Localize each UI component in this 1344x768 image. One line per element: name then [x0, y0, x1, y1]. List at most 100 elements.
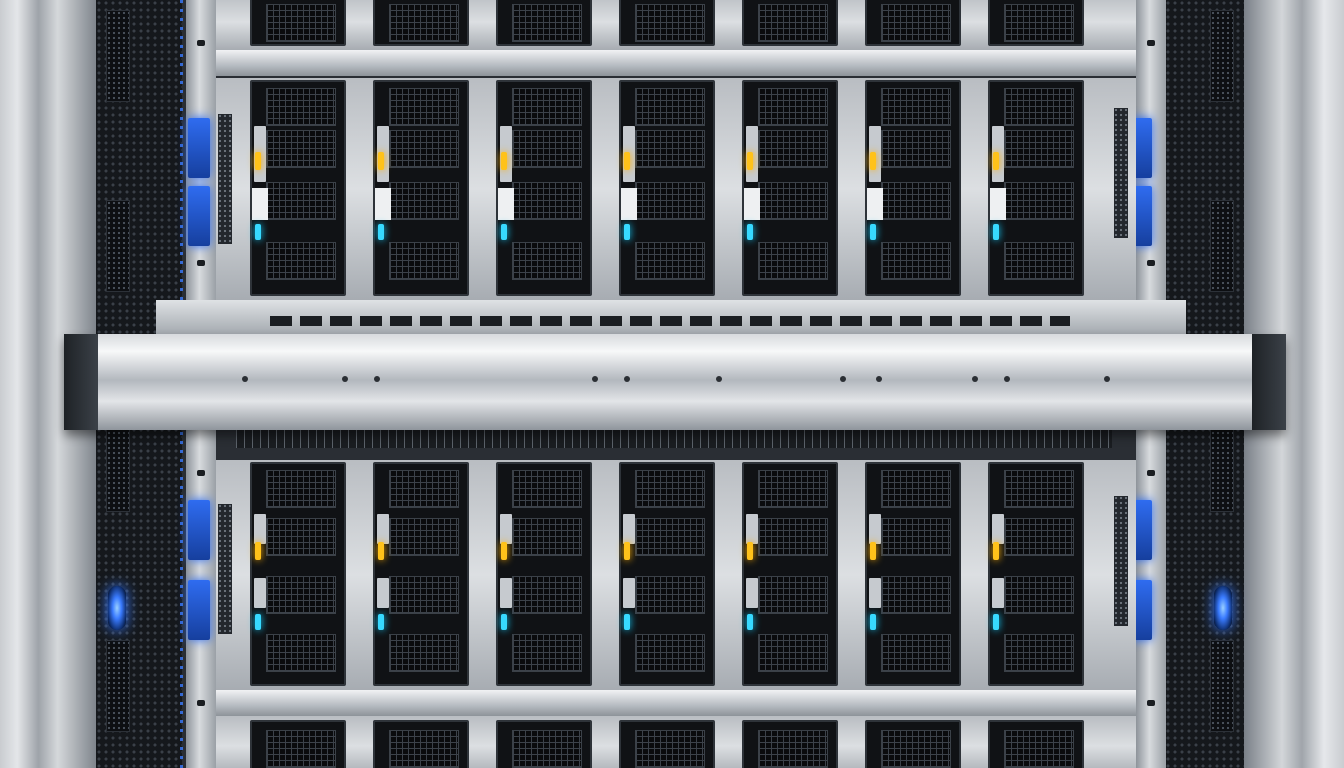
bay-grill — [266, 182, 336, 220]
bay-grill — [1004, 634, 1074, 672]
drive-bay[interactable] — [619, 462, 715, 686]
drive-bay[interactable] — [865, 80, 961, 296]
status-led-cyan — [255, 614, 261, 630]
drive-bay[interactable] — [373, 0, 469, 46]
bay-grill — [1004, 130, 1074, 168]
rail-screw-hole — [624, 376, 630, 382]
bay-handle[interactable] — [746, 578, 758, 608]
status-led-cyan — [624, 224, 630, 240]
drive-bay[interactable] — [619, 80, 715, 296]
bay-grill — [389, 130, 459, 168]
bay-handle[interactable] — [377, 578, 389, 608]
drive-bay[interactable] — [496, 0, 592, 46]
blue-glow-light — [1214, 586, 1232, 630]
status-led-amber — [378, 542, 384, 560]
bay-handle[interactable] — [869, 514, 881, 544]
drive-bay[interactable] — [373, 80, 469, 296]
sliding-rail-shelf[interactable] — [64, 334, 1286, 430]
rail-screw-hole — [242, 376, 248, 382]
chassis-side-vent — [1114, 496, 1128, 626]
status-led-cyan — [501, 614, 507, 630]
rail-vent — [1210, 640, 1234, 732]
bay-label-tab — [990, 188, 1006, 220]
bay-grill — [881, 88, 951, 126]
drive-bay[interactable] — [742, 80, 838, 296]
bay-handle[interactable] — [992, 578, 1004, 608]
blue-bracket — [188, 186, 210, 246]
drive-bay[interactable] — [988, 0, 1084, 46]
rail-vent — [106, 200, 130, 292]
bay-handle[interactable] — [746, 514, 758, 544]
drive-bay[interactable] — [865, 0, 961, 46]
post-hole — [197, 260, 205, 266]
status-led-amber — [870, 542, 876, 560]
bay-handle[interactable] — [254, 514, 266, 544]
rail-vent — [1210, 10, 1234, 102]
drive-bay[interactable] — [373, 720, 469, 768]
drive-bay[interactable] — [742, 720, 838, 768]
status-led-amber — [870, 152, 876, 170]
drive-bay[interactable] — [250, 0, 346, 46]
bay-grill — [389, 470, 459, 508]
drive-bay[interactable] — [250, 80, 346, 296]
drive-bay[interactable] — [865, 720, 961, 768]
drive-bay-row-upper — [250, 80, 1084, 296]
rail-vent — [106, 420, 130, 512]
bay-grill — [512, 4, 582, 42]
drive-bay[interactable] — [496, 720, 592, 768]
drive-bay[interactable] — [988, 462, 1084, 686]
status-led-cyan — [378, 614, 384, 630]
drive-bay[interactable] — [742, 462, 838, 686]
rail-screw-hole — [1104, 376, 1110, 382]
status-led-amber — [501, 542, 507, 560]
bay-handle[interactable] — [623, 514, 635, 544]
bay-handle[interactable] — [500, 578, 512, 608]
drive-bay[interactable] — [988, 720, 1084, 768]
post-hole — [1147, 260, 1155, 266]
drive-bay[interactable] — [619, 720, 715, 768]
bay-grill — [1004, 242, 1074, 280]
bay-grill — [635, 242, 705, 280]
bay-grill — [881, 634, 951, 672]
drive-bay[interactable] — [742, 0, 838, 46]
bay-grill — [635, 130, 705, 168]
bay-grill — [635, 634, 705, 672]
rail-vent — [106, 640, 130, 732]
bay-handle[interactable] — [623, 578, 635, 608]
drive-bay[interactable] — [250, 462, 346, 686]
drive-bay[interactable] — [373, 462, 469, 686]
bay-grill — [758, 518, 828, 556]
bay-handle[interactable] — [500, 514, 512, 544]
bay-grill — [266, 634, 336, 672]
status-led-cyan — [747, 614, 753, 630]
bay-grill — [635, 4, 705, 42]
bay-grill — [512, 242, 582, 280]
drive-bay[interactable] — [496, 462, 592, 686]
bay-grill — [635, 518, 705, 556]
drive-bay[interactable] — [619, 0, 715, 46]
drive-bay[interactable] — [250, 720, 346, 768]
bay-grill — [1004, 576, 1074, 614]
status-led-cyan — [255, 224, 261, 240]
bay-handle[interactable] — [377, 514, 389, 544]
bay-label-tab — [744, 188, 760, 220]
drive-bay[interactable] — [496, 80, 592, 296]
rail-screw-hole — [716, 376, 722, 382]
drive-bay[interactable] — [865, 462, 961, 686]
drive-bay-row-lower — [250, 462, 1084, 686]
bay-handle[interactable] — [992, 514, 1004, 544]
drive-bay[interactable] — [988, 80, 1084, 296]
server-rack-scene — [0, 0, 1344, 768]
bay-handle[interactable] — [254, 578, 266, 608]
bay-grill — [266, 730, 336, 768]
rail-screw-hole — [374, 376, 380, 382]
bay-handle[interactable] — [869, 578, 881, 608]
status-led-amber — [624, 152, 630, 170]
bay-grill — [758, 730, 828, 768]
status-led-cyan — [993, 224, 999, 240]
bay-grill — [512, 730, 582, 768]
blue-bracket — [188, 118, 210, 178]
bay-label-tab — [498, 188, 514, 220]
status-led-cyan — [870, 224, 876, 240]
chassis-side-vent — [218, 504, 232, 634]
